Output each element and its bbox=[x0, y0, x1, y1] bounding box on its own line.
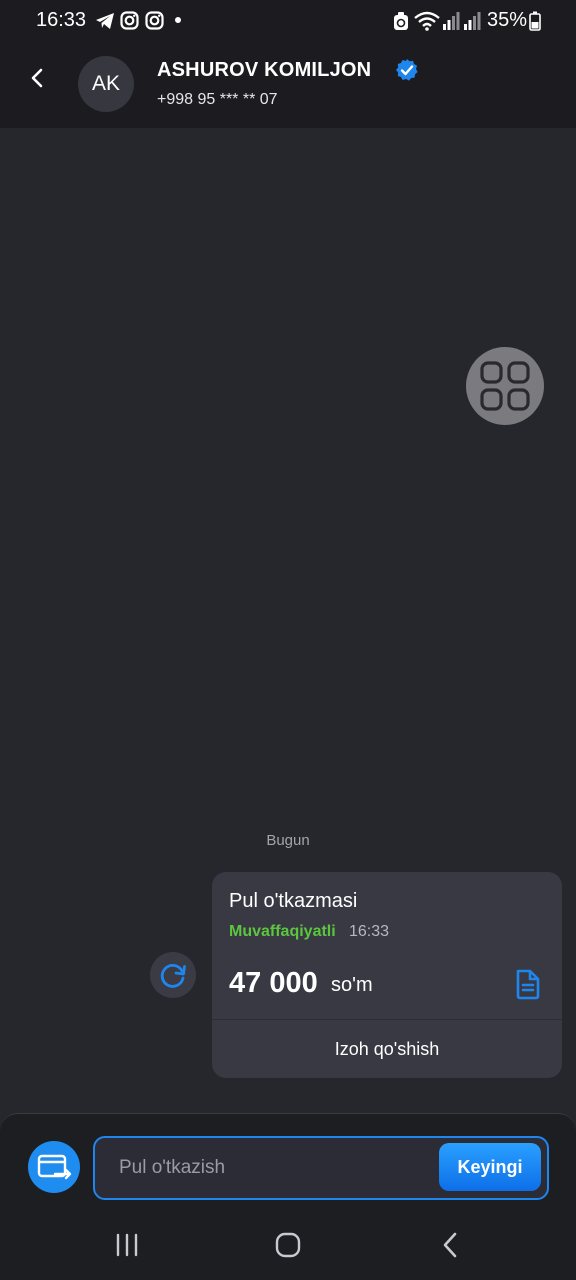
telegram-icon bbox=[96, 13, 114, 29]
add-note-button[interactable]: Izoh qo'shish bbox=[212, 1020, 562, 1078]
home-icon[interactable] bbox=[272, 1229, 304, 1261]
battery-icon bbox=[529, 11, 541, 31]
refresh-icon bbox=[160, 964, 186, 988]
status-time: 16:33 bbox=[36, 9, 87, 31]
status-badge: Muvaffaqiyatli bbox=[229, 923, 336, 940]
verified-badge-icon bbox=[396, 59, 418, 81]
instagram-icon bbox=[120, 11, 139, 30]
repeat-transfer-button[interactable] bbox=[150, 952, 196, 998]
grid-icon bbox=[480, 361, 530, 411]
avatar[interactable]: AK bbox=[78, 56, 134, 112]
contact-phone: +998 95 *** ** 07 bbox=[157, 91, 278, 108]
nav-back-icon[interactable] bbox=[438, 1229, 462, 1261]
receipt-icon[interactable] bbox=[513, 968, 543, 1000]
chat-header: AK ASHUROV KOMILJON +998 95 *** ** 07 bbox=[0, 42, 576, 128]
transfer-amount-field: Keyingi bbox=[93, 1136, 549, 1200]
next-button[interactable]: Keyingi bbox=[439, 1143, 541, 1191]
dot-icon bbox=[175, 17, 181, 23]
card-transfer-button[interactable] bbox=[28, 1141, 80, 1193]
message-title: Pul o'tkazmasi bbox=[229, 890, 358, 912]
message-time: 16:33 bbox=[349, 923, 390, 940]
instagram-icon bbox=[145, 11, 164, 30]
wifi-icon bbox=[414, 11, 440, 31]
card-transfer-icon bbox=[37, 1154, 72, 1180]
services-grid-button[interactable] bbox=[466, 347, 544, 425]
transfer-amount-input[interactable] bbox=[117, 1150, 431, 1186]
date-divider: Bugun bbox=[266, 832, 310, 849]
status-bar: 16:33 35% bbox=[0, 0, 576, 42]
chat-screen: 16:33 35% AK ASHUROV KOMILJON +998 95 **… bbox=[0, 0, 576, 1280]
recent-apps-icon[interactable] bbox=[114, 1229, 140, 1261]
currency-label: so'm bbox=[331, 974, 373, 996]
alarm-icon bbox=[394, 12, 408, 30]
contact-name: ASHUROV KOMILJON bbox=[157, 59, 372, 81]
transfer-message-card[interactable]: Pul o'tkazmasi Muvaffaqiyatli 16:33 47 0… bbox=[212, 872, 562, 1078]
signal-icon bbox=[464, 12, 481, 30]
battery-percent: 35% bbox=[487, 9, 528, 31]
signal-icon bbox=[443, 12, 460, 30]
avatar-initials: AK bbox=[91, 72, 120, 95]
back-button[interactable] bbox=[24, 64, 52, 92]
transfer-amount: 47 000 bbox=[229, 967, 318, 999]
